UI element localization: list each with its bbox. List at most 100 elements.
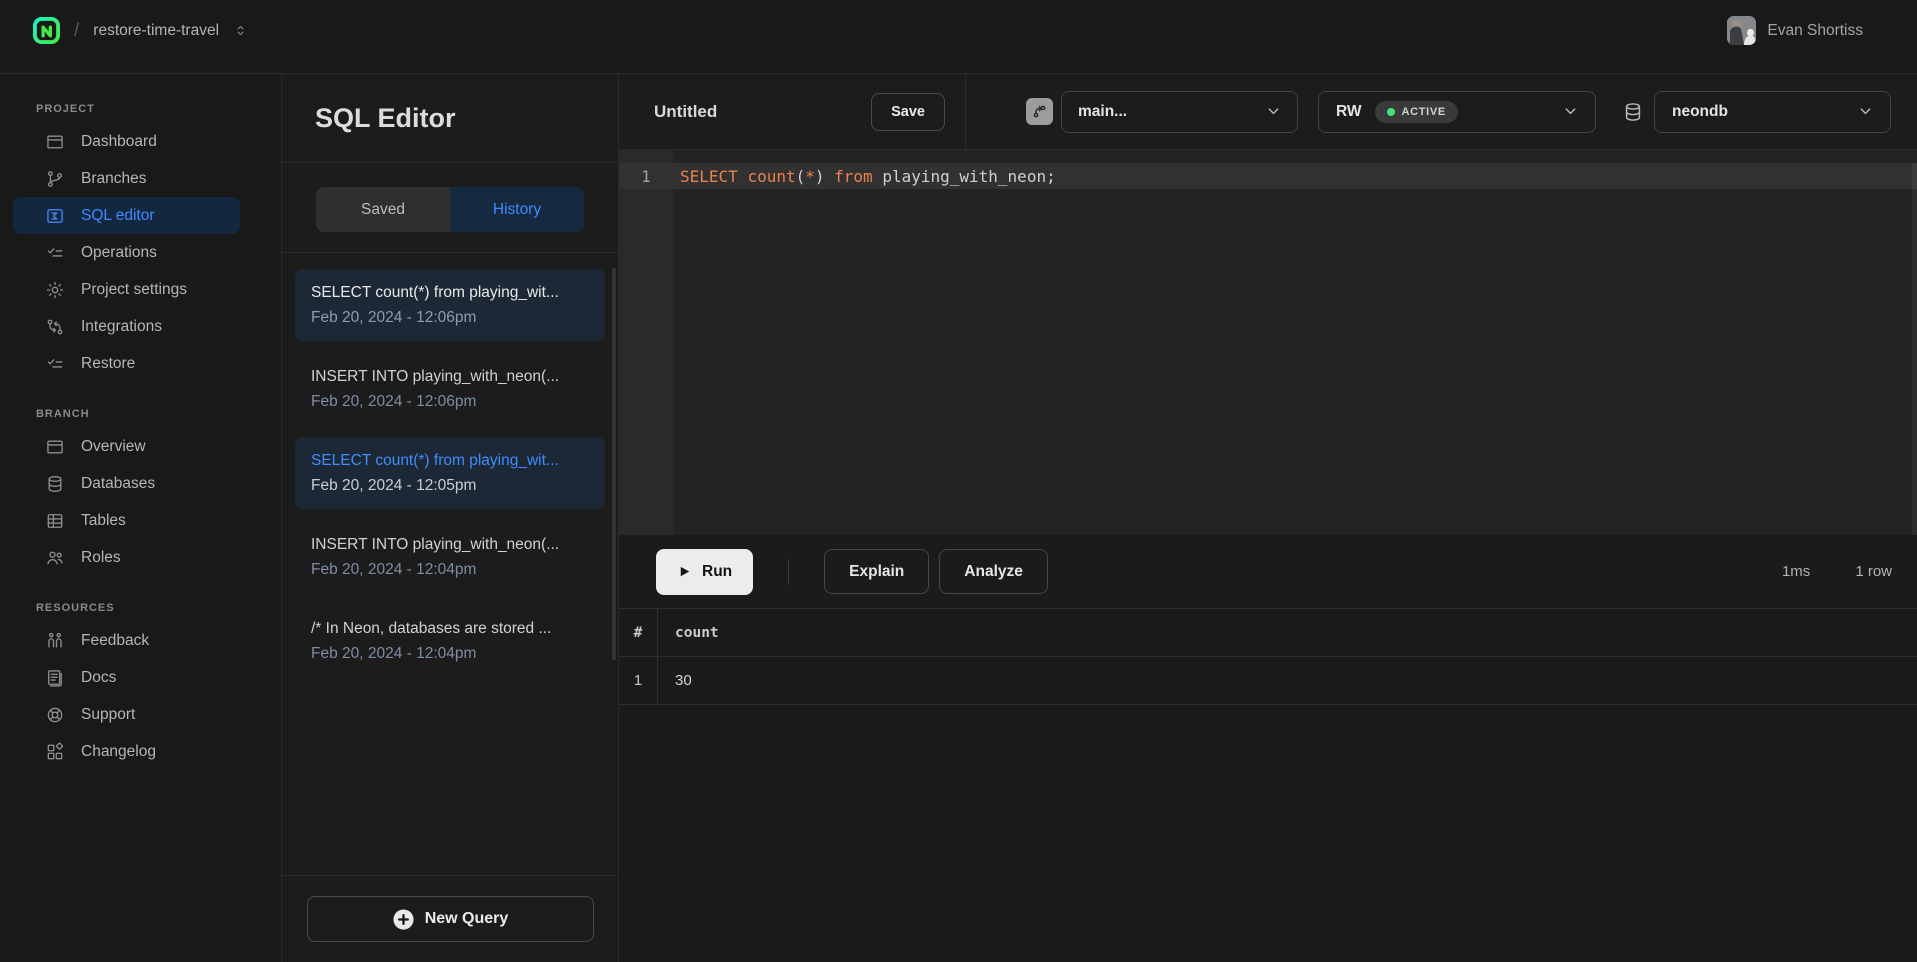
database-selector[interactable]: neondb: [1654, 91, 1891, 133]
history-item[interactable]: /* In Neon, databases are stored ... Feb…: [295, 605, 605, 677]
results-header-row: # count: [619, 609, 1917, 657]
sidebar-item-overview[interactable]: Overview: [13, 428, 240, 465]
run-label: Run: [702, 563, 732, 581]
table-icon: [45, 511, 65, 531]
history-timestamp: Feb 20, 2024 - 12:04pm: [311, 641, 589, 666]
plus-circle-icon: [392, 908, 415, 931]
saved-history-tabs: Saved History: [316, 187, 584, 232]
analyze-button[interactable]: Analyze: [939, 549, 1048, 594]
branches-icon: [45, 169, 65, 189]
query-title[interactable]: Untitled: [654, 102, 717, 122]
query-stats: 1ms 1 row: [1782, 563, 1892, 580]
query-row-count: 1 row: [1855, 563, 1892, 580]
changelog-icon: [45, 742, 65, 762]
compute-selector-value: RW: [1336, 103, 1362, 121]
divider: [788, 559, 789, 585]
sidebar-item-restore[interactable]: Restore: [13, 345, 240, 382]
sql-query-text: SELECT count(*) from playing_with_neon;: [673, 167, 1056, 186]
history-item-selected[interactable]: SELECT count(*) from playing_wit... Feb …: [295, 437, 605, 509]
tab-saved[interactable]: Saved: [316, 187, 450, 232]
editor-toolbar: Untitled Save main... RW ACT: [619, 74, 1917, 150]
query-duration: 1ms: [1782, 563, 1810, 580]
sidebar-item-docs[interactable]: Docs: [13, 659, 240, 696]
sidebar-item-label: Changelog: [81, 743, 156, 761]
play-icon: [677, 564, 692, 579]
explain-button[interactable]: Explain: [824, 549, 929, 594]
sidebar-item-databases[interactable]: Databases: [13, 465, 240, 502]
history-item[interactable]: INSERT INTO playing_with_neon(... Feb 20…: [295, 521, 605, 593]
dashboard-icon: [45, 132, 65, 152]
history-query: /* In Neon, databases are stored ...: [311, 616, 589, 641]
gear-icon: [45, 280, 65, 300]
sidebar-item-feedback[interactable]: Feedback: [13, 622, 240, 659]
sidebar-item-label: Support: [81, 706, 135, 724]
restore-icon: [45, 354, 65, 374]
project-name[interactable]: restore-time-travel: [93, 22, 219, 40]
chevron-up-down-icon[interactable]: [233, 23, 248, 38]
history-timestamp: Feb 20, 2024 - 12:06pm: [311, 389, 589, 414]
editor-scrollbar[interactable]: [1912, 163, 1917, 535]
neon-logo[interactable]: [33, 17, 60, 44]
sidebar-item-label: Dashboard: [81, 133, 157, 151]
database-selector-value: neondb: [1672, 103, 1728, 121]
sidebar-item-label: Project settings: [81, 281, 187, 299]
branch-selector[interactable]: main...: [1061, 91, 1298, 133]
history-item[interactable]: INSERT INTO playing_with_neon(... Feb 20…: [295, 353, 605, 425]
docs-icon: [45, 668, 65, 688]
history-list: SELECT count(*) from playing_wit... Feb …: [282, 253, 618, 677]
page-title: SQL Editor: [315, 103, 456, 134]
sidebar-item-project-settings[interactable]: Project settings: [13, 271, 240, 308]
sidebar-item-changelog[interactable]: Changelog: [13, 733, 240, 770]
save-button[interactable]: Save: [871, 93, 945, 131]
sidebar-item-label: Restore: [81, 355, 135, 373]
compute-selector[interactable]: RW ACTIVE: [1318, 91, 1596, 133]
sidebar-item-label: Feedback: [81, 632, 149, 650]
branch-selector-value: main...: [1078, 103, 1127, 121]
sidebar-item-label: Databases: [81, 475, 155, 493]
sidebar-section-resources: RESOURCES: [36, 602, 267, 614]
sidebar-item-sql-editor[interactable]: SQL editor: [13, 197, 240, 234]
sidebar-item-label: Integrations: [81, 318, 162, 336]
overview-icon: [45, 437, 65, 457]
chevron-down-icon: [1563, 104, 1578, 119]
results-table: # count 1 30: [619, 608, 1917, 705]
results-col-count: count: [658, 609, 719, 656]
database-icon: [1622, 101, 1644, 123]
database-icon: [45, 474, 65, 494]
line-number-gutter: [619, 150, 673, 535]
history-query: INSERT INTO playing_with_neon(...: [311, 364, 589, 389]
sql-editor-icon: [45, 206, 65, 226]
row-count-value: 30: [658, 657, 692, 704]
sidebar-item-support[interactable]: Support: [13, 696, 240, 733]
breadcrumb-separator: /: [74, 20, 79, 42]
new-query-button[interactable]: New Query: [307, 896, 594, 942]
sidebar-item-dashboard[interactable]: Dashboard: [13, 123, 240, 160]
line-number: 1: [619, 167, 673, 186]
sidebar-item-operations[interactable]: Operations: [13, 234, 240, 271]
chevron-down-icon: [1266, 104, 1281, 119]
tab-history[interactable]: History: [450, 187, 584, 232]
roles-icon: [45, 548, 65, 568]
operations-icon: [45, 243, 65, 263]
sidebar-item-roles[interactable]: Roles: [13, 539, 240, 576]
user-menu[interactable]: Evan Shortiss: [1727, 16, 1863, 45]
history-timestamp: Feb 20, 2024 - 12:06pm: [311, 305, 589, 330]
panel-footer: New Query: [282, 875, 618, 962]
results-col-index: #: [619, 609, 658, 656]
history-scrollbar[interactable]: [612, 268, 616, 660]
sidebar-item-tables[interactable]: Tables: [13, 502, 240, 539]
branch-icon[interactable]: [1026, 98, 1053, 125]
row-index: 1: [619, 657, 658, 704]
history-timestamp: Feb 20, 2024 - 12:05pm: [311, 473, 589, 498]
history-query: SELECT count(*) from playing_wit...: [311, 280, 589, 305]
sidebar-item-label: Overview: [81, 438, 146, 456]
sidebar-item-branches[interactable]: Branches: [13, 160, 240, 197]
code-line-1[interactable]: 1 SELECT count(*) from playing_with_neon…: [619, 163, 1917, 189]
query-title-section: Untitled Save: [619, 74, 966, 149]
history-item[interactable]: SELECT count(*) from playing_wit... Feb …: [295, 269, 605, 341]
sidebar-item-label: Tables: [81, 512, 126, 530]
table-row: 1 30: [619, 657, 1917, 705]
code-editor[interactable]: 1 SELECT count(*) from playing_with_neon…: [619, 150, 1917, 535]
run-button[interactable]: Run: [656, 549, 753, 595]
sidebar-item-integrations[interactable]: Integrations: [13, 308, 240, 345]
